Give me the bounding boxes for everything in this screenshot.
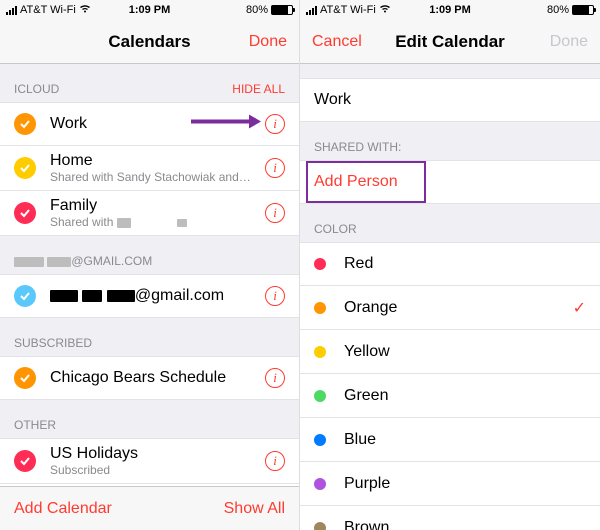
clock: 1:09 PM xyxy=(429,4,471,16)
done-button[interactable]: Done xyxy=(249,33,287,51)
info-button[interactable]: i xyxy=(265,158,285,178)
signal-icon xyxy=(6,6,17,15)
checkmark-icon: ✓ xyxy=(573,298,586,318)
wifi-icon xyxy=(379,4,391,16)
battery-percent: 80% xyxy=(246,4,268,16)
checkmark-icon xyxy=(14,450,36,472)
battery-icon xyxy=(271,5,293,15)
edit-calendar-screen: AT&T Wi-Fi 1:09 PM 80% Cancel Edit Calen… xyxy=(300,0,600,530)
section-header-other: OTHER xyxy=(0,400,299,438)
color-dot-icon xyxy=(314,390,326,402)
status-bar: AT&T Wi-Fi 1:09 PM 80% xyxy=(300,0,600,20)
checkmark-icon xyxy=(14,113,36,135)
calendar-row-family[interactable]: Family Shared with i xyxy=(0,191,299,236)
calendar-label: @gmail.com xyxy=(50,287,265,305)
page-title: Edit Calendar xyxy=(395,32,505,52)
checkmark-icon xyxy=(14,367,36,389)
calendars-screen: AT&T Wi-Fi 1:09 PM 80% Calendars Done IC… xyxy=(0,0,300,530)
calendar-row-home[interactable]: Home Shared with Sandy Stachowiak and… i xyxy=(0,146,299,191)
info-button[interactable]: i xyxy=(265,114,285,134)
signal-icon xyxy=(306,6,317,15)
calendar-row-chicago[interactable]: Chicago Bears Schedule i xyxy=(0,356,299,400)
checkmark-icon xyxy=(14,285,36,307)
color-dot-icon xyxy=(314,258,326,270)
checkmark-icon xyxy=(14,202,36,224)
color-dot-icon xyxy=(314,434,326,446)
calendar-sublabel: Subscribed xyxy=(50,463,265,477)
hide-all-button[interactable]: HIDE ALL xyxy=(232,82,285,96)
info-button[interactable]: i xyxy=(265,286,285,306)
calendar-label: Family xyxy=(50,197,265,215)
section-header-icloud: ICLOUD HIDE ALL xyxy=(0,64,299,102)
info-button[interactable]: i xyxy=(265,368,285,388)
color-row-purple[interactable]: Purple xyxy=(300,462,600,506)
add-person-button[interactable]: Add Person xyxy=(300,160,600,204)
status-bar: AT&T Wi-Fi 1:09 PM 80% xyxy=(0,0,299,20)
calendar-label: Home xyxy=(50,152,265,170)
battery-percent: 80% xyxy=(547,4,569,16)
color-row-orange[interactable]: Orange✓ xyxy=(300,286,600,330)
color-row-green[interactable]: Green xyxy=(300,374,600,418)
color-dot-icon xyxy=(314,302,326,314)
bottom-toolbar: Add Calendar Show All xyxy=(0,486,299,530)
section-header-gmail: @GMAIL.COM xyxy=(0,236,299,274)
show-all-button[interactable]: Show All xyxy=(224,500,285,518)
battery-icon xyxy=(572,5,594,15)
checkmark-icon xyxy=(14,157,36,179)
calendar-row-work[interactable]: Work i xyxy=(0,102,299,146)
calendar-sublabel: Shared with Sandy Stachowiak and… xyxy=(50,170,265,184)
nav-bar: Cancel Edit Calendar Done xyxy=(300,20,600,64)
nav-bar: Calendars Done xyxy=(0,20,299,64)
section-header-shared-with: SHARED WITH: xyxy=(300,122,600,160)
carrier-label: AT&T Wi-Fi xyxy=(320,4,376,16)
color-row-blue[interactable]: Blue xyxy=(300,418,600,462)
color-row-yellow[interactable]: Yellow xyxy=(300,330,600,374)
section-header-subscribed: SUBSCRIBED xyxy=(0,318,299,356)
calendar-row-gmail[interactable]: @gmail.com i xyxy=(0,274,299,318)
color-row-red[interactable]: Red xyxy=(300,242,600,286)
cancel-button[interactable]: Cancel xyxy=(312,33,362,51)
calendar-label: Chicago Bears Schedule xyxy=(50,369,265,387)
color-row-brown[interactable]: Brown xyxy=(300,506,600,530)
done-button[interactable]: Done xyxy=(550,33,588,51)
arrow-icon xyxy=(191,113,261,136)
clock: 1:09 PM xyxy=(129,4,171,16)
color-dot-icon xyxy=(314,346,326,358)
section-header-color: COLOR xyxy=(300,204,600,242)
wifi-icon xyxy=(79,4,91,16)
calendar-label: US Holidays xyxy=(50,445,265,463)
color-dot-icon xyxy=(314,522,326,530)
page-title: Calendars xyxy=(108,32,190,52)
calendar-sublabel: Shared with xyxy=(50,215,265,229)
carrier-label: AT&T Wi-Fi xyxy=(20,4,76,16)
calendar-row-us-holidays[interactable]: US Holidays Subscribed i xyxy=(0,438,299,484)
info-button[interactable]: i xyxy=(265,451,285,471)
add-calendar-button[interactable]: Add Calendar xyxy=(14,500,112,518)
color-dot-icon xyxy=(314,478,326,490)
calendar-name-field[interactable]: Work xyxy=(300,78,600,122)
info-button[interactable]: i xyxy=(265,203,285,223)
